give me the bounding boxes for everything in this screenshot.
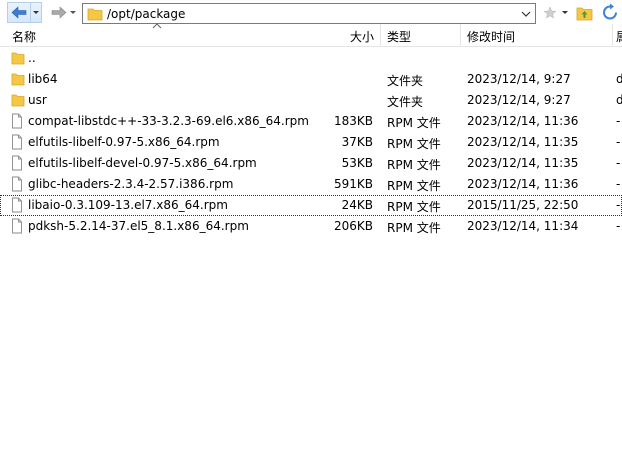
file-size: 24KB: [341, 198, 373, 212]
bookmark-button[interactable]: [543, 2, 557, 23]
folder-icon: [11, 73, 25, 86]
file-type: RPM 文件: [387, 179, 441, 193]
back-arrow-icon: [11, 6, 27, 19]
file-name: usr: [28, 93, 47, 107]
file-size: 37KB: [341, 135, 373, 149]
file-attributes: -: [616, 219, 621, 233]
parent-directory-button[interactable]: [576, 2, 593, 23]
column-header: 名称 大小 类型 修改时间 属: [0, 23, 622, 47]
file-type: RPM 文件: [387, 158, 441, 172]
forward-arrow-icon: [51, 6, 67, 19]
list-item[interactable]: elfutils-libelf-devel-0.97-5.x86_64.rpm …: [0, 153, 622, 174]
file-name: elfutils-libelf-devel-0.97-5.x86_64.rpm: [28, 156, 257, 170]
file-icon: [12, 197, 22, 213]
file-attributes: -: [616, 177, 621, 191]
column-divider[interactable]: [612, 24, 613, 47]
file-name: pdksh-5.2.14-37.el5_8.1.x86_64.rpm: [28, 219, 249, 233]
column-size[interactable]: 大小: [350, 28, 374, 45]
file-modified: 2023/12/14, 11:35: [467, 135, 579, 149]
list-item[interactable]: compat-libstdc++-33-3.2.3-69.el6.x86_64.…: [0, 111, 622, 132]
sort-ascending-icon[interactable]: [152, 23, 162, 29]
file-size: 591KB: [333, 177, 373, 191]
column-name[interactable]: 名称: [12, 28, 36, 45]
file-type: RPM 文件: [387, 137, 441, 151]
file-modified: 2023/12/14, 11:36: [467, 177, 579, 191]
forward-history-dropdown[interactable]: [68, 2, 78, 23]
file-modified: 2023/12/14, 11:34: [467, 219, 579, 233]
chevron-down-icon: [562, 11, 568, 14]
column-modified[interactable]: 修改时间: [467, 28, 515, 45]
star-icon: [543, 6, 557, 19]
file-attributes: -: [616, 156, 621, 170]
file-attributes: d: [616, 93, 622, 107]
chevron-down-icon[interactable]: [520, 8, 532, 20]
refresh-button[interactable]: [601, 2, 619, 23]
file-name: glibc-headers-2.3.4-2.57.i386.rpm: [28, 177, 234, 191]
list-item[interactable]: lib64 文件夹 2023/12/14, 9:27 d: [0, 69, 622, 90]
file-name: elfutils-libelf-0.97-5.x86_64.rpm: [28, 135, 220, 149]
folder-icon: [87, 8, 103, 21]
file-name: lib64: [28, 72, 58, 86]
list-item[interactable]: elfutils-libelf-0.97-5.x86_64.rpm 37KB R…: [0, 132, 622, 153]
file-size: 206KB: [333, 219, 373, 233]
list-item[interactable]: pdksh-5.2.14-37.el5_8.1.x86_64.rpm 206KB…: [0, 216, 622, 237]
column-attributes[interactable]: 属: [616, 28, 622, 45]
path-text[interactable]: /opt/package: [107, 7, 185, 21]
file-attributes: -: [616, 198, 621, 212]
file-type: RPM 文件: [387, 116, 441, 130]
file-modified: 2015/11/25, 22:50: [467, 198, 579, 212]
refresh-icon: [603, 3, 617, 20]
file-modified: 2023/12/14, 11:35: [467, 156, 579, 170]
file-modified: 2023/12/14, 11:36: [467, 114, 579, 128]
file-type: RPM 文件: [387, 221, 441, 235]
path-combobox[interactable]: /opt/package: [82, 3, 536, 24]
file-name: ..: [28, 51, 36, 65]
column-type[interactable]: 类型: [387, 28, 411, 45]
bookmark-dropdown[interactable]: [560, 2, 570, 23]
folder-icon: [11, 52, 25, 65]
file-modified: 2023/12/14, 9:27: [467, 93, 571, 107]
up-folder-icon: [576, 7, 593, 21]
file-attributes: d: [616, 72, 622, 86]
file-name: libaio-0.3.109-13.el7.x86_64.rpm: [28, 198, 228, 212]
toolbar: /opt/package: [0, 0, 622, 26]
list-item[interactable]: glibc-headers-2.3.4-2.57.i386.rpm 591KB …: [0, 174, 622, 195]
file-icon: [12, 218, 22, 234]
back-history-dropdown[interactable]: [31, 2, 42, 23]
list-item-focused[interactable]: libaio-0.3.109-13.el7.x86_64.rpm 24KB RP…: [0, 195, 622, 216]
forward-button[interactable]: [48, 2, 70, 23]
file-icon: [12, 113, 22, 129]
file-type: 文件夹: [387, 95, 424, 109]
column-divider[interactable]: [460, 24, 461, 47]
list-item[interactable]: ..: [0, 48, 622, 69]
column-divider[interactable]: [380, 24, 381, 47]
file-icon: [12, 134, 22, 150]
chevron-down-icon: [70, 11, 76, 14]
file-type: 文件夹: [387, 74, 424, 88]
file-icon: [12, 176, 22, 192]
file-attributes: -: [616, 135, 621, 149]
folder-icon: [11, 94, 25, 107]
file-size: 53KB: [341, 156, 373, 170]
file-size: 183KB: [333, 114, 373, 128]
file-modified: 2023/12/14, 9:27: [467, 72, 571, 86]
list-item[interactable]: usr 文件夹 2023/12/14, 9:27 d: [0, 90, 622, 111]
chevron-down-icon: [33, 11, 39, 14]
back-button[interactable]: [7, 2, 31, 23]
file-type: RPM 文件: [387, 200, 441, 214]
file-attributes: -: [616, 114, 621, 128]
file-icon: [12, 155, 22, 171]
file-name: compat-libstdc++-33-3.2.3-69.el6.x86_64.…: [28, 114, 309, 128]
